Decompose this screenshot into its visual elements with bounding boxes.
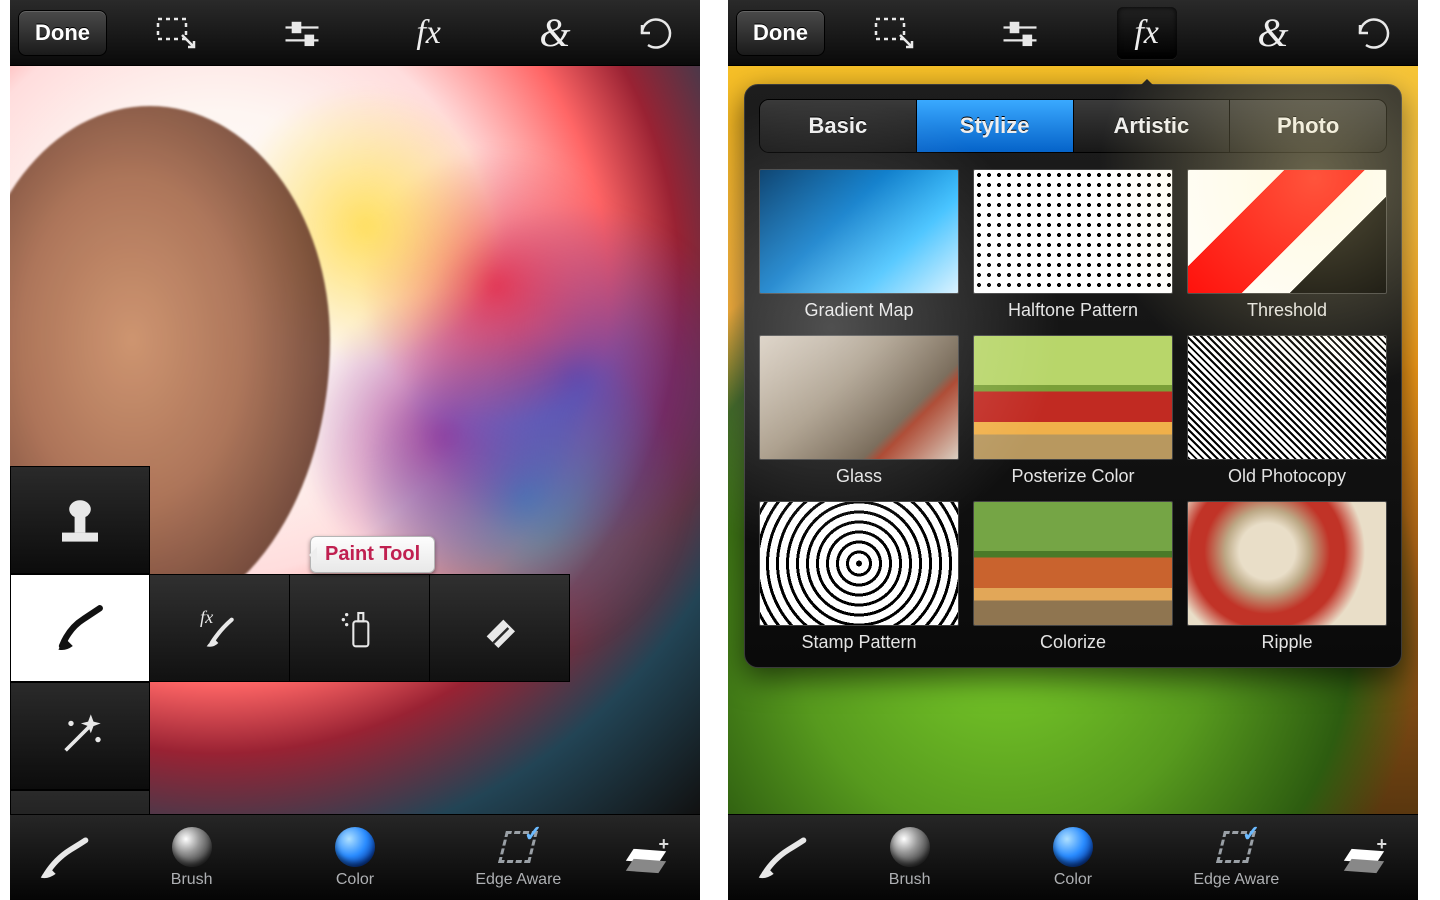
layers-button[interactable]: + [1318, 836, 1408, 880]
fx-label: Ripple [1187, 632, 1387, 653]
edge-aware-toggle[interactable]: Edge Aware [437, 827, 600, 889]
fx-thumb [1187, 169, 1387, 294]
stamp-tool[interactable] [10, 466, 150, 574]
fx-thumb [759, 169, 959, 294]
brush-label: Brush [889, 871, 931, 889]
brush-subtools: fx [150, 574, 570, 682]
marquee-tool[interactable] [10, 790, 150, 814]
color-label: Color [336, 871, 374, 889]
top-toolbar: Done fx & [728, 0, 1418, 66]
adjustments-icon[interactable] [990, 7, 1050, 59]
paint-tool-tooltip: Paint Tool [310, 536, 435, 573]
fx-item-colorize[interactable]: Colorize [973, 501, 1173, 653]
edge-aware-label: Edge Aware [475, 871, 561, 889]
fx-icon[interactable]: fx [1117, 7, 1177, 59]
fx-thumb [1187, 335, 1387, 460]
fx-category-segmented: BasicStylizeArtisticPhoto [759, 99, 1387, 153]
screenshot-right: Done fx & BasicStylizeArtisticPhoto Grad… [728, 0, 1418, 900]
brush-label: Brush [171, 871, 213, 889]
fx-thumb [973, 169, 1173, 294]
brush-size-control[interactable]: Brush [828, 827, 991, 889]
fx-thumb [973, 335, 1173, 460]
fx-tab-photo[interactable]: Photo [1230, 100, 1386, 152]
fx-item-threshold[interactable]: Threshold [1187, 169, 1387, 321]
fx-tab-artistic[interactable]: Artistic [1074, 100, 1231, 152]
edge-aware-icon [498, 827, 538, 867]
plus-icon: + [1376, 834, 1387, 855]
done-button[interactable]: Done [18, 10, 107, 56]
spray-tool[interactable] [290, 574, 430, 682]
top-toolbar: Done fx & [10, 0, 700, 66]
bottom-toolbar: Brush Color Edge Aware + [10, 814, 700, 900]
undo-icon[interactable] [624, 7, 684, 59]
edge-aware-icon [1216, 827, 1256, 867]
fx-item-stamp-pattern[interactable]: Stamp Pattern [759, 501, 959, 653]
brush-active-tool-icon[interactable] [738, 835, 828, 881]
wand-tool[interactable] [10, 682, 150, 790]
fx-item-halftone-pattern[interactable]: Halftone Pattern [973, 169, 1173, 321]
color-control[interactable]: Color [991, 827, 1154, 889]
canvas[interactable]: BasicStylizeArtisticPhoto Gradient Map Ha… [728, 66, 1418, 814]
brush-tool[interactable] [10, 574, 150, 682]
done-button[interactable]: Done [736, 10, 825, 56]
layers-button[interactable]: + [600, 836, 690, 880]
fx-icon[interactable]: fx [399, 7, 459, 59]
adjustments-icon[interactable] [272, 7, 332, 59]
layers-icon: + [1341, 836, 1385, 880]
fx-label: Gradient Map [759, 300, 959, 321]
fx-label: Glass [759, 466, 959, 487]
fx-label: Old Photocopy [1187, 466, 1387, 487]
orb-grey-icon [172, 827, 212, 867]
fx-label: Colorize [973, 632, 1173, 653]
orb-grey-icon [890, 827, 930, 867]
fx-item-gradient-map[interactable]: Gradient Map [759, 169, 959, 321]
layers-icon: + [623, 836, 667, 880]
fx-item-posterize-color[interactable]: Posterize Color [973, 335, 1173, 487]
screenshot-left: Done fx & [10, 0, 700, 900]
fx-thumb [759, 501, 959, 626]
orb-blue-icon [1053, 827, 1093, 867]
selection-brush-icon[interactable] [146, 7, 206, 59]
ampersand-icon[interactable]: & [1243, 7, 1303, 59]
edge-aware-toggle[interactable]: Edge Aware [1155, 827, 1318, 889]
top-toolbar-icons: fx & [107, 7, 624, 59]
fx-tab-stylize[interactable]: Stylize [917, 100, 1074, 152]
fx-label: Stamp Pattern [759, 632, 959, 653]
brush-active-tool-icon[interactable] [20, 835, 110, 881]
bottom-toolbar: Brush Color Edge Aware + [728, 814, 1418, 900]
fx-thumb [759, 335, 959, 460]
fx-item-glass[interactable]: Glass [759, 335, 959, 487]
svg-text:fx: fx [200, 607, 213, 627]
selection-brush-icon[interactable] [864, 7, 924, 59]
top-toolbar-icons: fx & [825, 7, 1342, 59]
fx-grid: Gradient Map Halftone Pattern Threshold Gla… [759, 169, 1387, 653]
edge-aware-label: Edge Aware [1193, 871, 1279, 889]
eraser-tool[interactable] [430, 574, 570, 682]
orb-blue-icon [335, 827, 375, 867]
plus-icon: + [658, 834, 669, 855]
ampersand-icon[interactable]: & [525, 7, 585, 59]
brush-size-control[interactable]: Brush [110, 827, 273, 889]
undo-icon[interactable] [1342, 7, 1402, 59]
fx-label: Halftone Pattern [973, 300, 1173, 321]
fx-item-ripple[interactable]: Ripple [1187, 501, 1387, 653]
fx-tab-basic[interactable]: Basic [760, 100, 917, 152]
fx-item-old-photocopy[interactable]: Old Photocopy [1187, 335, 1387, 487]
fx-popover: BasicStylizeArtisticPhoto Gradient Map Ha… [744, 84, 1402, 668]
fx-thumb [973, 501, 1173, 626]
color-control[interactable]: Color [273, 827, 436, 889]
canvas[interactable]: fx Paint Tool [10, 66, 700, 814]
fx-thumb [1187, 501, 1387, 626]
fx-brush-tool[interactable]: fx [150, 574, 290, 682]
fx-label: Posterize Color [973, 466, 1173, 487]
tool-column [10, 466, 150, 814]
fx-label: Threshold [1187, 300, 1387, 321]
color-label: Color [1054, 871, 1092, 889]
